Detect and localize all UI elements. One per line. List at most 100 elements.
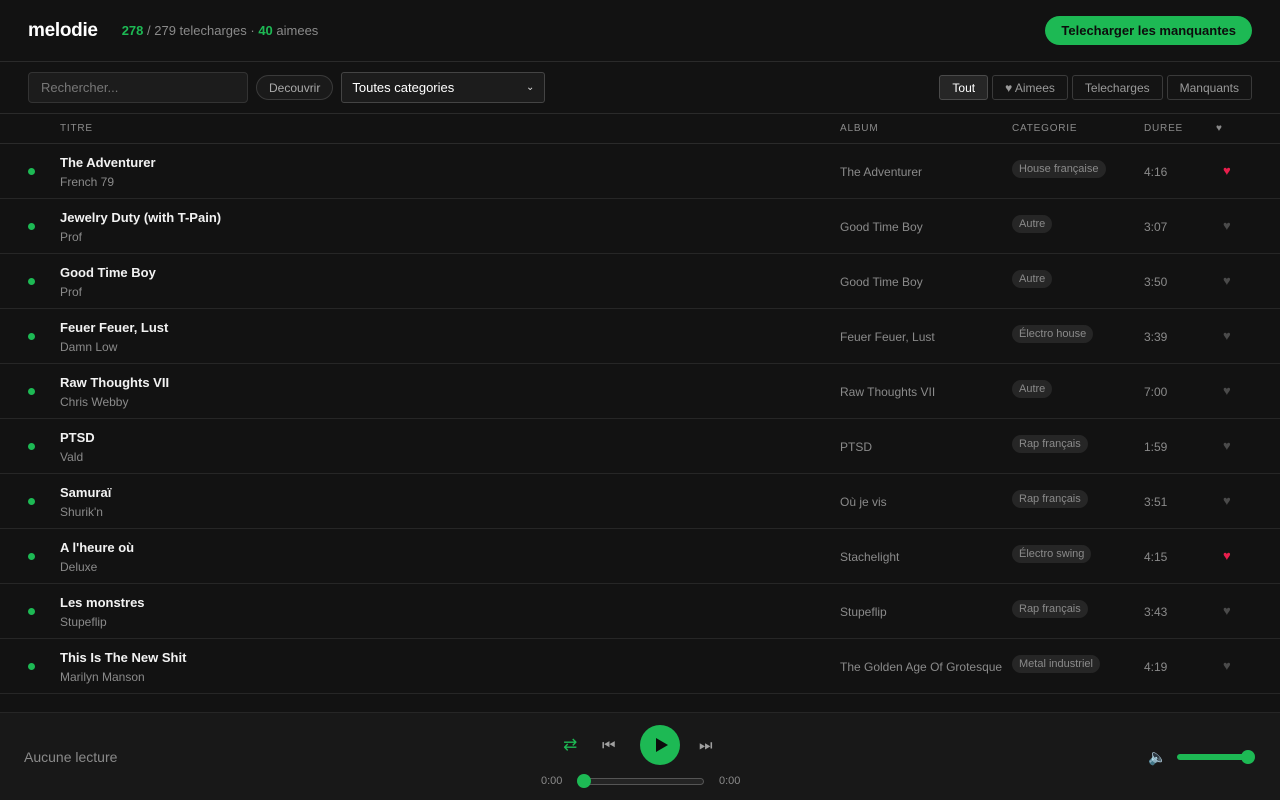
- downloaded-indicator: [28, 388, 35, 395]
- track-title: This Is The New Shit: [60, 650, 187, 665]
- downloaded-indicator: [28, 663, 35, 670]
- table-header: TITRE ALBUM CATEGORIE DUREE ♥: [0, 114, 1280, 144]
- player-bar: Aucune lecture ⇄ ⏮ ⏭ 0:00 0:00 🔈: [0, 712, 1280, 800]
- category-badge: Autre: [1012, 270, 1053, 288]
- track-duration: 4:19: [1144, 660, 1168, 674]
- track-artist: Shurik'n: [60, 505, 103, 519]
- current-time: 0:00: [541, 775, 563, 787]
- play-icon: [655, 738, 668, 752]
- track-duration: 4:16: [1144, 165, 1168, 179]
- category-badge: Électro swing: [1012, 545, 1092, 563]
- downloaded-indicator: [28, 168, 35, 175]
- track-artist: Chris Webby: [60, 395, 129, 409]
- volume-handle[interactable]: [1241, 750, 1255, 764]
- downloaded-indicator: [28, 278, 35, 285]
- track-album: Stupeflip: [840, 605, 887, 619]
- volume-icon[interactable]: 🔈: [1148, 748, 1167, 766]
- filter-liked-button[interactable]: ♥ Aimees: [992, 75, 1068, 100]
- filter-group: Tout ♥ Aimees Telecharges Manquants: [939, 75, 1252, 100]
- table-row[interactable]: Raw Thoughts VII Chris Webby Raw Thoughts …: [0, 364, 1280, 419]
- downloaded-label: / 279 telecharges ·: [143, 23, 259, 38]
- track-title: Feuer Feuer, Lust: [60, 320, 169, 335]
- header-album[interactable]: ALBUM: [840, 123, 878, 134]
- total-time: 0:00: [719, 775, 741, 787]
- play-button[interactable]: [640, 725, 680, 765]
- track-duration: 3:50: [1144, 275, 1168, 289]
- track-album: PTSD: [840, 440, 873, 454]
- category-badge: Rap français: [1012, 435, 1088, 453]
- track-album: Où je vis: [840, 495, 887, 509]
- volume-slider[interactable]: [1177, 754, 1247, 760]
- track-artist: Deluxe: [60, 560, 98, 574]
- track-album: Feuer Feuer, Lust: [840, 330, 935, 344]
- heart-icon[interactable]: ♥: [1223, 383, 1231, 398]
- filter-all-button[interactable]: Tout: [939, 75, 989, 100]
- track-artist: Damn Low: [60, 340, 118, 354]
- heart-icon[interactable]: ♥: [1223, 658, 1231, 673]
- downloaded-indicator: [28, 608, 35, 615]
- downloaded-indicator: [28, 443, 35, 450]
- downloaded-count: 278: [121, 23, 144, 38]
- heart-icon[interactable]: ♥: [1223, 603, 1231, 618]
- downloaded-indicator: [28, 553, 35, 560]
- track-duration: 1:59: [1144, 440, 1168, 454]
- next-track-icon[interactable]: ⏭: [699, 737, 713, 754]
- table-row[interactable]: The Adventurer French 79 The Adventurer Hou…: [0, 144, 1280, 199]
- track-title: The Adventurer: [60, 155, 156, 170]
- heart-icon[interactable]: ♥: [1223, 163, 1231, 178]
- table-row[interactable]: Samuraï Shurik'n Où je vis Rap français 3:51…: [0, 474, 1280, 529]
- table-row[interactable]: Les monstres Stupeflip Stupeflip Rap frança…: [0, 584, 1280, 639]
- progress-handle[interactable]: [577, 774, 591, 788]
- table-row[interactable]: Feuer Feuer, Lust Damn Low Feuer Feuer, Lu…: [0, 309, 1280, 364]
- app-header: melodie 278 / 279 telecharges · 40 aimee…: [0, 0, 1280, 62]
- table-row[interactable]: This Is The New Shit Marilyn Manson The Go…: [0, 639, 1280, 694]
- progress-bar[interactable]: [578, 778, 704, 785]
- now-playing-label: Aucune lecture: [24, 749, 118, 765]
- header-category[interactable]: CATEGORIE: [1012, 123, 1077, 134]
- discover-button[interactable]: Decouvrir: [256, 75, 334, 100]
- shuffle-icon[interactable]: ⇄: [563, 735, 577, 755]
- category-select-value: Toutes categories: [352, 80, 455, 95]
- heart-icon[interactable]: ♥: [1223, 548, 1231, 563]
- track-album: Stachelight: [840, 550, 900, 564]
- track-title: PTSD: [60, 430, 95, 445]
- track-duration: 3:39: [1144, 330, 1168, 344]
- track-duration: 3:43: [1144, 605, 1168, 619]
- track-duration: 4:15: [1144, 550, 1168, 564]
- toolbar: Decouvrir Toutes categories ⌄ Tout ♥ Aim…: [0, 62, 1280, 114]
- heart-icon[interactable]: ♥: [1223, 493, 1231, 508]
- filter-missing-button[interactable]: Manquants: [1166, 75, 1252, 100]
- download-missing-button[interactable]: Telecharger les manquantes: [1045, 16, 1252, 45]
- table-row[interactable]: A l'heure où Deluxe Stachelight Électro swi…: [0, 529, 1280, 584]
- search-input[interactable]: [28, 72, 248, 103]
- chevron-down-icon: ⌄: [525, 82, 535, 93]
- category-select[interactable]: Toutes categories ⌄: [341, 72, 546, 103]
- heart-icon[interactable]: ♥: [1223, 438, 1231, 453]
- track-artist: Prof: [60, 285, 83, 299]
- track-title: A l'heure où: [60, 540, 135, 555]
- library-stats: 278 / 279 telecharges · 40 aimees: [122, 23, 319, 38]
- category-badge: Rap français: [1012, 490, 1088, 508]
- filter-downloaded-button[interactable]: Telecharges: [1071, 75, 1163, 100]
- track-title: Samuraï: [60, 485, 112, 500]
- heart-icon[interactable]: ♥: [1223, 273, 1231, 288]
- downloaded-indicator: [28, 223, 35, 230]
- header-duration[interactable]: DUREE: [1144, 123, 1183, 134]
- table-row[interactable]: Jewelry Duty (with T-Pain) Prof Good Time …: [0, 199, 1280, 254]
- app-logo: melodie: [28, 19, 98, 41]
- heart-icon[interactable]: ♥: [1223, 218, 1231, 233]
- header-title[interactable]: TITRE: [60, 123, 93, 134]
- track-album: Raw Thoughts VII: [840, 385, 936, 399]
- track-artist: Prof: [60, 230, 83, 244]
- category-badge: Autre: [1012, 380, 1053, 398]
- category-badge: Metal industriel: [1012, 655, 1100, 673]
- table-row[interactable]: PTSD Vald PTSD Rap français 1:59 ♥: [0, 419, 1280, 474]
- category-badge: Rap français: [1012, 600, 1088, 618]
- heart-icon[interactable]: ♥: [1223, 328, 1231, 343]
- previous-track-icon[interactable]: ⏮: [602, 737, 616, 754]
- track-duration: 3:51: [1144, 495, 1168, 509]
- header-liked[interactable]: ♥: [1216, 123, 1223, 134]
- track-duration: 7:00: [1144, 385, 1168, 399]
- liked-count: 40: [258, 23, 273, 38]
- table-row[interactable]: Good Time Boy Prof Good Time Boy Autre 3:50 ♥: [0, 254, 1280, 309]
